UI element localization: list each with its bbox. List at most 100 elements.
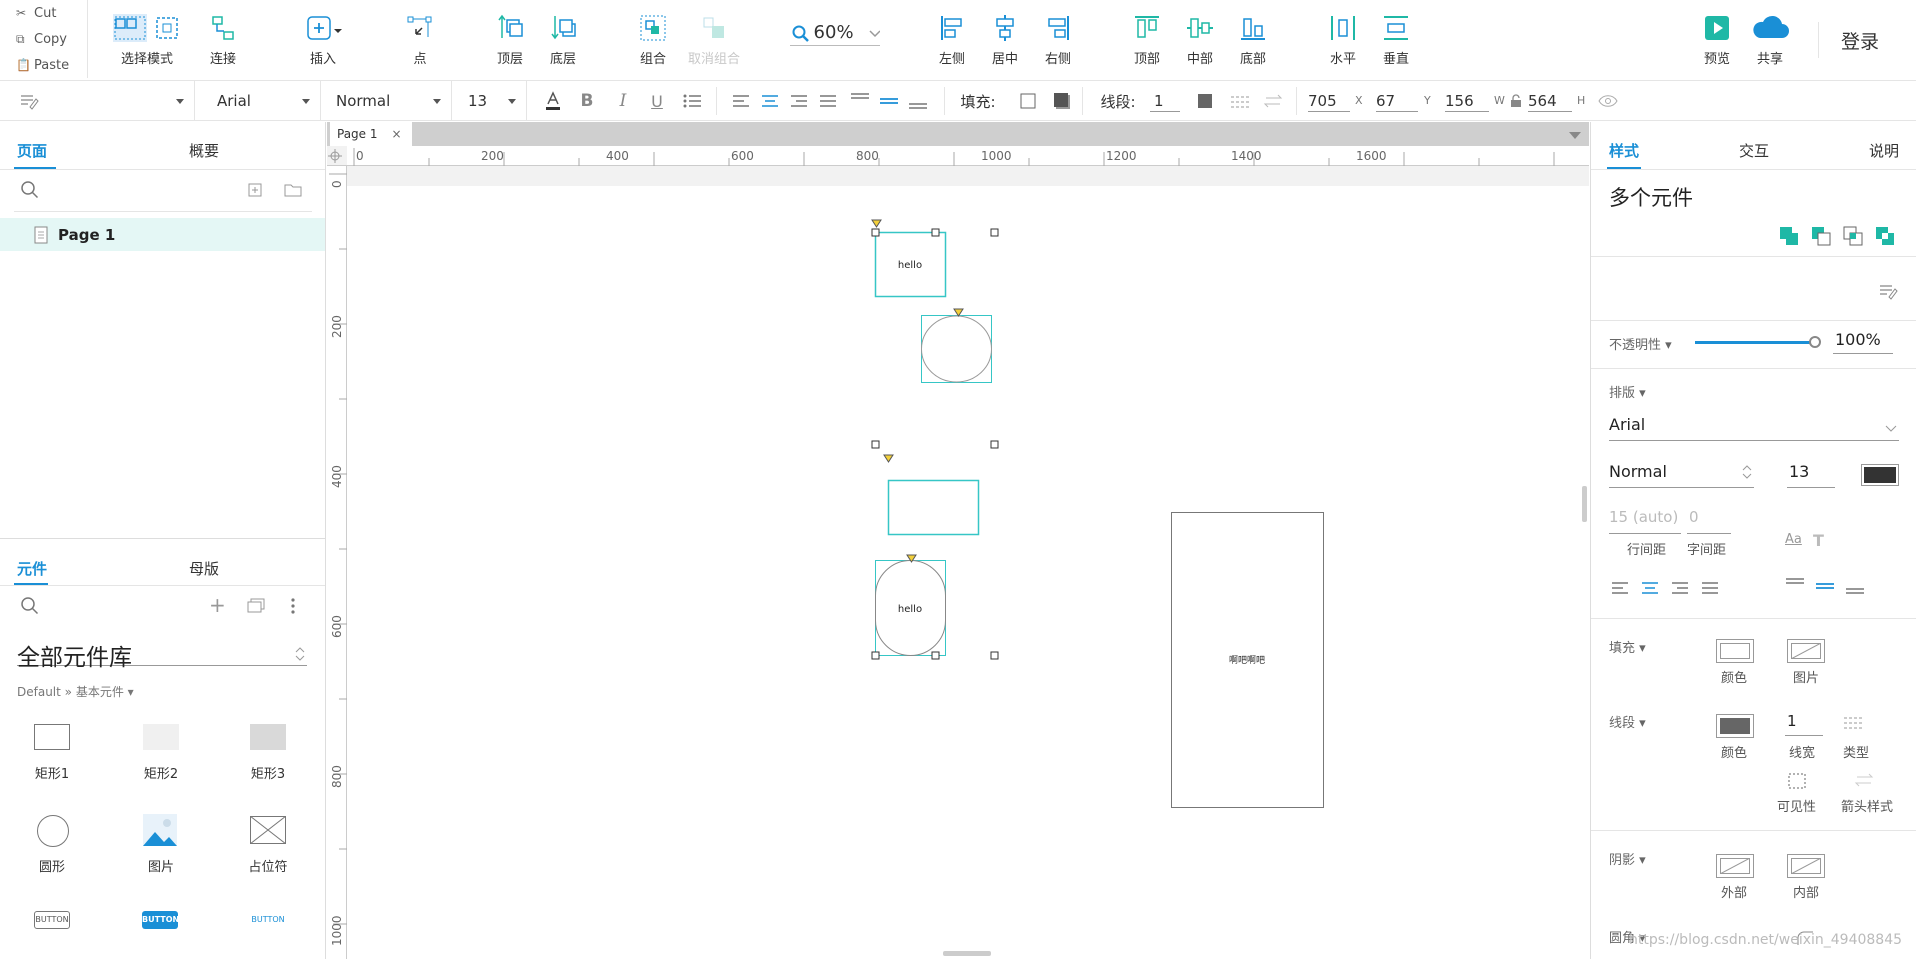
visibility-button[interactable] <box>1596 81 1620 121</box>
close-icon[interactable]: × <box>392 127 402 141</box>
right-text-color-button[interactable] <box>1861 464 1899 486</box>
visibility-picker[interactable] <box>1787 772 1807 790</box>
bottom-layer-button[interactable]: 底层 <box>545 8 581 72</box>
valign-top-button[interactable] <box>849 81 871 121</box>
font-family-select[interactable]: Arial <box>195 81 321 121</box>
text-align-center-button[interactable] <box>759 81 781 121</box>
union-icon[interactable] <box>1779 226 1799 246</box>
opacity-slider-track[interactable] <box>1695 341 1815 344</box>
valign-bottom-button[interactable] <box>907 81 929 121</box>
bold-button[interactable]: B <box>576 81 598 121</box>
widget-search-button[interactable] <box>20 596 40 616</box>
line-spacing-input[interactable]: 15 (auto) <box>1609 508 1681 534</box>
bullet-list-button[interactable] <box>680 81 704 121</box>
w-input[interactable]: 156 <box>1445 90 1489 112</box>
select-mode-button[interactable]: 选择模式 <box>110 8 184 72</box>
paste-button[interactable]: 📋 Paste <box>0 52 88 78</box>
widget-image[interactable] <box>143 814 177 846</box>
opacity-slider-handle[interactable] <box>1809 336 1821 348</box>
library-path[interactable]: Default » 基本元件 ▾ <box>17 683 134 700</box>
fill-section-label[interactable]: 填充 ▾ <box>1609 637 1646 656</box>
stroke-type-picker[interactable] <box>1843 714 1865 732</box>
tab-notes[interactable]: 说明 <box>1869 140 1899 161</box>
widget-primary-button[interactable]: BUTTON <box>142 911 179 929</box>
point-button[interactable]: 点 <box>405 8 435 72</box>
add-page-button[interactable] <box>247 182 263 198</box>
group-button[interactable]: 组合 <box>635 8 671 72</box>
right-weight-select[interactable]: Normal <box>1609 462 1754 488</box>
italic-button[interactable]: I <box>612 81 634 121</box>
align-right-button[interactable]: 右侧 <box>1041 8 1075 72</box>
stroke-type-button[interactable] <box>1229 81 1251 121</box>
copy-button[interactable]: ⧉ Copy <box>0 26 88 52</box>
add-folder-button[interactable] <box>284 182 302 198</box>
fill-color-picker[interactable] <box>1716 639 1754 663</box>
font-size-select[interactable]: 13 <box>452 81 527 121</box>
style-edit-button[interactable] <box>1877 281 1899 301</box>
page-list-item[interactable]: Page 1 <box>0 218 325 251</box>
design-surface[interactable] <box>347 186 1589 959</box>
widget-placeholder[interactable] <box>250 816 286 844</box>
library-select[interactable]: 全部元件库 <box>17 638 307 671</box>
valign-middle-icon[interactable] <box>1815 576 1835 596</box>
text-color-button[interactable] <box>542 81 564 121</box>
tab-style[interactable]: 样式 <box>1609 140 1639 161</box>
text-case-button[interactable]: Aa <box>1785 532 1802 547</box>
subtract-icon[interactable] <box>1811 226 1831 246</box>
char-spacing-input[interactable]: 0 <box>1687 508 1731 534</box>
inner-shadow-picker[interactable] <box>1787 854 1825 878</box>
fill-image-picker[interactable] <box>1787 639 1825 663</box>
preview-button[interactable]: 预览 <box>1700 8 1734 72</box>
align-top-button[interactable]: 顶部 <box>1130 8 1164 72</box>
distribute-horizontal-button[interactable]: 水平 <box>1326 8 1360 72</box>
distribute-vertical-button[interactable]: 垂直 <box>1379 8 1413 72</box>
opacity-label[interactable]: 不透明性 ▾ <box>1609 334 1672 353</box>
fill-color-button[interactable] <box>1018 81 1038 121</box>
horizontal-scrollbar[interactable] <box>943 951 991 956</box>
tab-pages[interactable]: 页面 <box>17 140 47 161</box>
library-more-button[interactable] <box>290 598 296 614</box>
select-contain-icon[interactable] <box>153 14 181 42</box>
circle-shape[interactable] <box>921 315 992 383</box>
align-center-button[interactable]: 居中 <box>988 8 1022 72</box>
font-weight-select[interactable]: Normal <box>321 81 452 121</box>
page-tab[interactable]: Page 1 × <box>330 122 412 146</box>
exclude-icon[interactable] <box>1875 226 1895 246</box>
y-input[interactable]: 67 <box>1376 90 1418 112</box>
underline-button[interactable]: U <box>646 81 668 121</box>
ungroup-button[interactable]: 取消组合 <box>684 8 744 72</box>
stroke-section-label[interactable]: 线段 ▾ <box>1609 712 1646 731</box>
lock-ratio-button[interactable] <box>1508 81 1524 121</box>
arrow-style-picker[interactable] <box>1854 772 1874 788</box>
arrow-style-button[interactable] <box>1262 81 1284 121</box>
valign-middle-button[interactable] <box>878 81 900 121</box>
chevron-down-icon[interactable] <box>1569 132 1581 140</box>
widget-link-button[interactable]: BUTTON <box>248 911 288 929</box>
top-layer-button[interactable]: 顶层 <box>492 8 528 72</box>
tab-outline[interactable]: 概要 <box>189 140 219 161</box>
text-justify-button[interactable] <box>817 81 839 121</box>
right-size-input[interactable]: 13 <box>1787 462 1835 488</box>
widget-rect1[interactable] <box>34 724 70 750</box>
widget-circle[interactable] <box>37 815 69 847</box>
library-window-button[interactable] <box>247 598 265 614</box>
shadow-section-label[interactable]: 阴影 ▾ <box>1609 849 1646 868</box>
text-justify-icon[interactable] <box>1701 581 1719 595</box>
h-input[interactable]: 564 <box>1528 90 1572 112</box>
intersect-icon[interactable] <box>1843 226 1863 246</box>
insert-button[interactable]: 插入 <box>300 8 346 72</box>
widget-rect2[interactable] <box>143 724 179 750</box>
widget-rect3[interactable] <box>250 724 286 750</box>
stroke-width-input[interactable]: 1 <box>1150 90 1180 112</box>
stroke-width-field[interactable]: 1 <box>1785 712 1823 736</box>
text-align-right-icon[interactable] <box>1671 581 1689 595</box>
align-middle-button[interactable]: 中部 <box>1183 8 1217 72</box>
connect-button[interactable]: 连接 <box>205 8 241 72</box>
outer-shadow-picker[interactable] <box>1716 854 1754 878</box>
zoom-control[interactable]: 60% <box>790 20 880 46</box>
tab-interaction[interactable]: 交互 <box>1739 140 1769 161</box>
typography-label[interactable]: 排版 ▾ <box>1609 382 1646 401</box>
stroke-color-picker[interactable] <box>1716 714 1754 738</box>
tab-masters[interactable]: 母版 <box>189 558 219 579</box>
page-search-button[interactable] <box>20 180 40 200</box>
